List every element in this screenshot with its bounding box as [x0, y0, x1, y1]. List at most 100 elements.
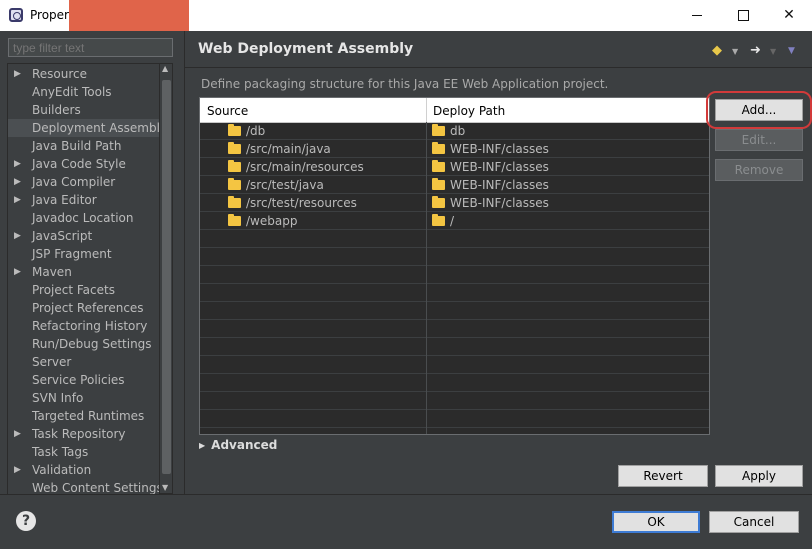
- folder-icon: [432, 160, 445, 172]
- sidebar-item[interactable]: ▶ Task Repository: [8, 425, 159, 443]
- folder-icon: [432, 142, 445, 154]
- sidebar-item[interactable]: Refactoring History: [8, 317, 159, 335]
- table-row[interactable]: [200, 230, 709, 248]
- expand-arrow-icon[interactable]: ▶: [14, 65, 21, 83]
- sidebar-scrollbar[interactable]: ▲ ▼: [159, 63, 173, 494]
- table-row[interactable]: [200, 392, 709, 410]
- table-row[interactable]: [200, 302, 709, 320]
- sidebar-item[interactable]: Builders: [8, 101, 159, 119]
- sidebar-item[interactable]: ▶ Maven: [8, 263, 159, 281]
- sidebar-item[interactable]: Web Content Settings: [8, 479, 159, 494]
- sidebar-item[interactable]: ▶ Java Code Style: [8, 155, 159, 173]
- column-header-source[interactable]: Source: [207, 104, 248, 118]
- advanced-section-toggle[interactable]: ▶ Advanced: [199, 438, 277, 452]
- filter-input[interactable]: [8, 38, 173, 57]
- revert-button[interactable]: Revert: [618, 465, 708, 487]
- source-cell: /webapp: [228, 213, 297, 229]
- sidebar-item-label: Maven: [32, 265, 72, 279]
- sidebar-item[interactable]: Javadoc Location: [8, 209, 159, 227]
- deploy-path: /: [450, 214, 455, 228]
- edit-button[interactable]: Edit...: [715, 129, 803, 151]
- sidebar-item[interactable]: Project References: [8, 299, 159, 317]
- source-path: /db: [246, 124, 266, 138]
- sidebar-item[interactable]: ▶ Validation: [8, 461, 159, 479]
- maximize-button[interactable]: [720, 0, 766, 31]
- sidebar-item-label: Server: [32, 355, 72, 369]
- sidebar-item[interactable]: SVN Info: [8, 389, 159, 407]
- sidebar-item[interactable]: ▶ Resource: [8, 65, 159, 83]
- column-header-deploy-path[interactable]: Deploy Path: [433, 104, 505, 118]
- table-row[interactable]: /src/main/resources WEB-INF/classes: [200, 158, 709, 176]
- redaction-block: [69, 0, 189, 31]
- help-icon[interactable]: ?: [16, 511, 36, 531]
- sidebar-item[interactable]: Project Facets: [8, 281, 159, 299]
- eclipse-icon: [9, 8, 23, 22]
- deploy-path-cell: db: [432, 123, 465, 139]
- folder-icon: [432, 214, 445, 226]
- table-row[interactable]: /db db: [200, 122, 709, 140]
- table-row[interactable]: [200, 266, 709, 284]
- sidebar-item-label: Java Editor: [32, 193, 97, 207]
- table-row[interactable]: [200, 284, 709, 302]
- back-dropdown-icon[interactable]: ▼: [732, 47, 738, 56]
- column-separator[interactable]: [426, 98, 427, 122]
- source-path: /src/main/resources: [246, 160, 364, 174]
- table-row[interactable]: /src/test/resources WEB-INF/classes: [200, 194, 709, 212]
- column-divider: [426, 122, 427, 434]
- ok-button[interactable]: OK: [612, 511, 700, 533]
- sidebar-item[interactable]: AnyEdit Tools: [8, 83, 159, 101]
- sidebar-item[interactable]: ▶ Java Compiler: [8, 173, 159, 191]
- table-row[interactable]: [200, 248, 709, 266]
- sidebar-item-label: Validation: [32, 463, 92, 477]
- close-button[interactable]: ✕: [766, 0, 812, 31]
- sidebar-item[interactable]: Java Build Path: [8, 137, 159, 155]
- table-row[interactable]: /src/test/java WEB-INF/classes: [200, 176, 709, 194]
- sidebar-item-label: Targeted Runtimes: [32, 409, 145, 423]
- properties-tree: ▶ Resource AnyEdit Tools Builders Deployment…: [7, 63, 160, 495]
- expand-arrow-icon[interactable]: ▶: [14, 173, 21, 191]
- dialog-footer: ? OK Cancel: [0, 494, 812, 549]
- forward-dropdown-icon[interactable]: ▼: [770, 47, 776, 56]
- table-row[interactable]: /src/main/java WEB-INF/classes: [200, 140, 709, 158]
- table-row[interactable]: [200, 320, 709, 338]
- deploy-path-cell: WEB-INF/classes: [432, 141, 549, 157]
- table-row[interactable]: /webapp /: [200, 212, 709, 230]
- source-path: /src/main/java: [246, 142, 331, 156]
- minimize-button[interactable]: [674, 0, 720, 31]
- cancel-button[interactable]: Cancel: [709, 511, 799, 533]
- sidebar-item[interactable]: Server: [8, 353, 159, 371]
- sidebar-item[interactable]: Task Tags: [8, 443, 159, 461]
- sidebar-item-label: Deployment Assembly: [32, 121, 160, 135]
- sidebar-item[interactable]: ▶ JavaScript: [8, 227, 159, 245]
- close-icon: ✕: [783, 7, 795, 23]
- table-row[interactable]: [200, 356, 709, 374]
- scroll-down-icon[interactable]: ▼: [162, 483, 168, 492]
- sidebar-item[interactable]: JSP Fragment: [8, 245, 159, 263]
- table-row[interactable]: [200, 410, 709, 428]
- expand-arrow-icon[interactable]: ▶: [14, 227, 21, 245]
- scrollbar-thumb[interactable]: [162, 80, 171, 474]
- back-arrow-icon[interactable]: ◆: [712, 43, 722, 58]
- remove-button[interactable]: Remove: [715, 159, 803, 181]
- sidebar-item[interactable]: Targeted Runtimes: [8, 407, 159, 425]
- expand-arrow-icon[interactable]: ▶: [14, 155, 21, 173]
- deployment-table[interactable]: ^ Source Deploy Path /db db/src/main/java…: [199, 97, 710, 435]
- sidebar-item[interactable]: Deployment Assembly: [8, 119, 159, 137]
- window-title: Propert: [30, 8, 74, 22]
- sidebar-item-label: Service Policies: [32, 373, 125, 387]
- deploy-path-cell: WEB-INF/classes: [432, 177, 549, 193]
- expand-arrow-icon[interactable]: ▶: [14, 461, 21, 479]
- view-menu-icon[interactable]: ▼: [788, 46, 795, 56]
- table-row[interactable]: [200, 338, 709, 356]
- sidebar-item[interactable]: Run/Debug Settings: [8, 335, 159, 353]
- scroll-up-icon[interactable]: ▲: [162, 64, 168, 73]
- forward-arrow-icon[interactable]: ➜: [750, 43, 761, 58]
- sidebar-item[interactable]: Service Policies: [8, 371, 159, 389]
- expand-arrow-icon[interactable]: ▶: [14, 425, 21, 443]
- apply-button[interactable]: Apply: [715, 465, 803, 487]
- expand-arrow-icon[interactable]: ▶: [14, 191, 21, 209]
- expand-arrow-icon[interactable]: ▶: [14, 263, 21, 281]
- add-button[interactable]: Add...: [715, 99, 803, 121]
- sidebar-item[interactable]: ▶ Java Editor: [8, 191, 159, 209]
- table-row[interactable]: [200, 374, 709, 392]
